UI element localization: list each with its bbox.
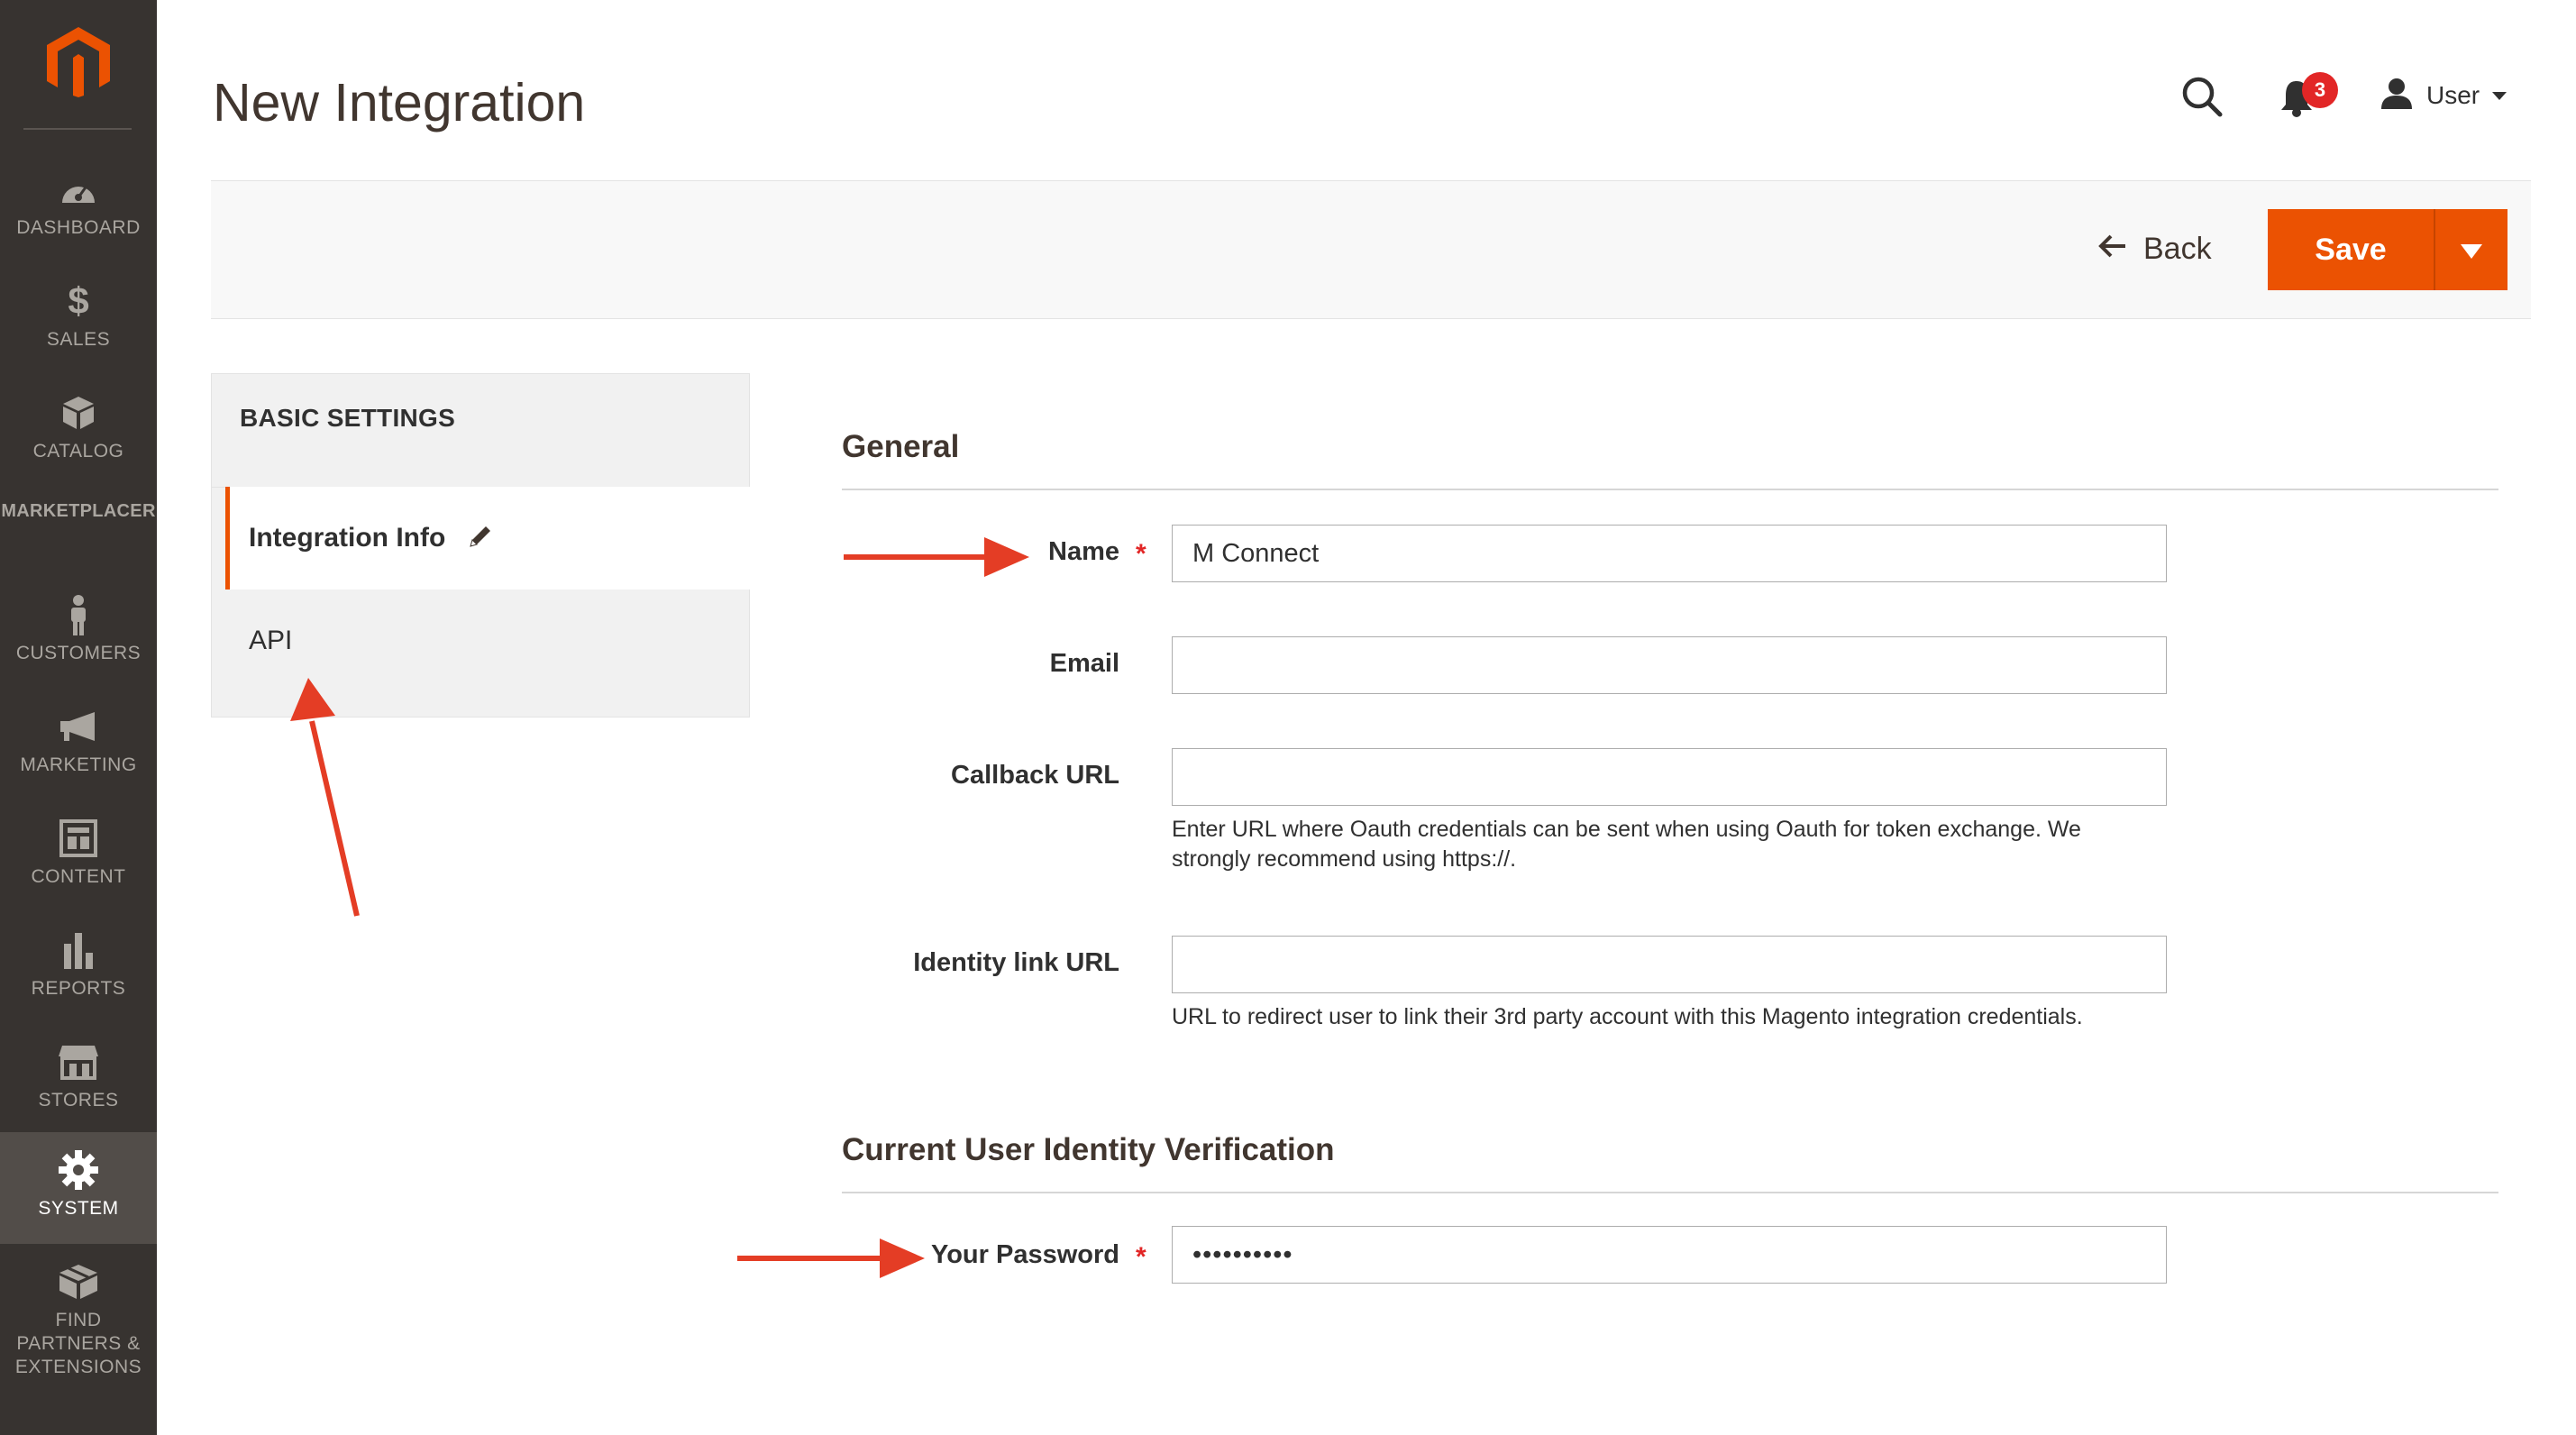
nav-find-partners-label: FIND PARTNERS & EXTENSIONS [14, 1310, 142, 1377]
callback-url-note-line1: Enter URL where Oauth credentials can be… [1172, 817, 2081, 842]
nav-marketing-label: MARKETING [20, 754, 137, 775]
nav-find-partners[interactable]: FIND PARTNERS & EXTENSIONS [0, 1244, 157, 1379]
tab-integration-info-label[interactable]: Integration Info [249, 523, 445, 553]
nav-customers[interactable]: CUSTOMERS [0, 577, 157, 689]
dashboard-icon [59, 169, 98, 209]
callback-url-input[interactable] [1172, 748, 2167, 806]
megaphone-icon [59, 707, 98, 746]
box-icon [61, 393, 96, 433]
required-marker: * [1136, 1242, 1146, 1272]
password-label: Your Password [931, 1240, 1119, 1269]
pencil-icon [467, 523, 494, 550]
email-label: Email [1049, 649, 1119, 678]
callback-url-note: Enter URL where Oauth credentials can be… [1172, 815, 2167, 874]
notification-count-badge[interactable]: 3 [2302, 72, 2338, 108]
name-input[interactable] [1172, 525, 2167, 582]
person-icon [66, 595, 91, 635]
sidebar-divider [23, 128, 132, 130]
dollar-icon: $ [68, 279, 89, 322]
nav-content[interactable]: CONTENT [0, 800, 157, 912]
boxes-icon [58, 1262, 99, 1302]
tabs-heading: BASIC SETTINGS [240, 404, 456, 432]
admin-sidebar: DASHBOARD $ SALES CATALOG MARKETPLACER C… [0, 0, 157, 1435]
page-title: New Integration [213, 73, 586, 133]
nav-marketing[interactable]: MARKETING [0, 689, 157, 800]
identity-link-url-input[interactable] [1172, 936, 2167, 993]
nav-reports[interactable]: REPORTS [0, 912, 157, 1024]
arrow-password-field [737, 1238, 925, 1278]
gear-icon [58, 1150, 99, 1190]
password-input[interactable]: •••••••••• [1172, 1226, 2167, 1284]
callback-url-note-line2: strongly recommend using https://. [1172, 846, 1517, 872]
tab-api-label[interactable]: API [249, 626, 292, 656]
chevron-down-icon [2492, 91, 2507, 100]
email-input[interactable] [1172, 636, 2167, 694]
nav-dashboard-label: DASHBOARD [16, 217, 141, 238]
nav-customers-label: CUSTOMERS [15, 643, 142, 663]
save-button[interactable]: Save [2268, 209, 2434, 290]
callback-url-label: Callback URL [951, 761, 1119, 790]
nav-catalog[interactable]: CATALOG [0, 375, 157, 487]
nav-reports-label: REPORTS [31, 978, 126, 999]
nav-system[interactable]: SYSTEM [0, 1132, 157, 1244]
nav-sales-label: SALES [46, 329, 111, 350]
user-name: User [2426, 81, 2480, 109]
nav-system-label: SYSTEM [38, 1198, 119, 1219]
nav-content-label: CONTENT [31, 866, 126, 887]
back-button[interactable]: Back [2098, 225, 2212, 272]
nav-sales[interactable]: $ SALES [0, 263, 157, 375]
nav-stores-label: STORES [38, 1090, 119, 1111]
required-marker: * [1136, 539, 1146, 569]
nav-stores[interactable]: STORES [0, 1024, 157, 1136]
arrow-name-field [844, 537, 1029, 577]
user-menu[interactable]: User [2380, 76, 2507, 115]
section-divider [842, 489, 2498, 490]
identity-link-url-label: Identity link URL [913, 948, 1119, 977]
bar-chart-icon [60, 930, 96, 970]
name-label: Name [1048, 537, 1119, 566]
magento-logo[interactable] [45, 25, 112, 97]
store-icon [57, 1042, 100, 1082]
nav-dashboard[interactable]: DASHBOARD [0, 151, 157, 263]
section-divider [842, 1192, 2498, 1193]
save-options-toggle[interactable] [2434, 209, 2507, 290]
nav-catalog-label: CATALOG [32, 441, 124, 462]
section-title-general: General [842, 429, 960, 464]
back-button-label: Back [2143, 231, 2212, 266]
arrow-left-icon [2098, 232, 2127, 267]
search-icon[interactable] [2181, 76, 2223, 117]
identity-link-url-note: URL to redirect user to link their 3rd p… [1172, 1004, 2083, 1029]
section-title-verification: Current User Identity Verification [842, 1132, 1335, 1167]
user-icon [2380, 77, 2414, 115]
caret-down-icon [2461, 244, 2482, 259]
content-icon [59, 818, 97, 858]
nav-marketplacer[interactable]: MARKETPLACER [0, 501, 157, 522]
